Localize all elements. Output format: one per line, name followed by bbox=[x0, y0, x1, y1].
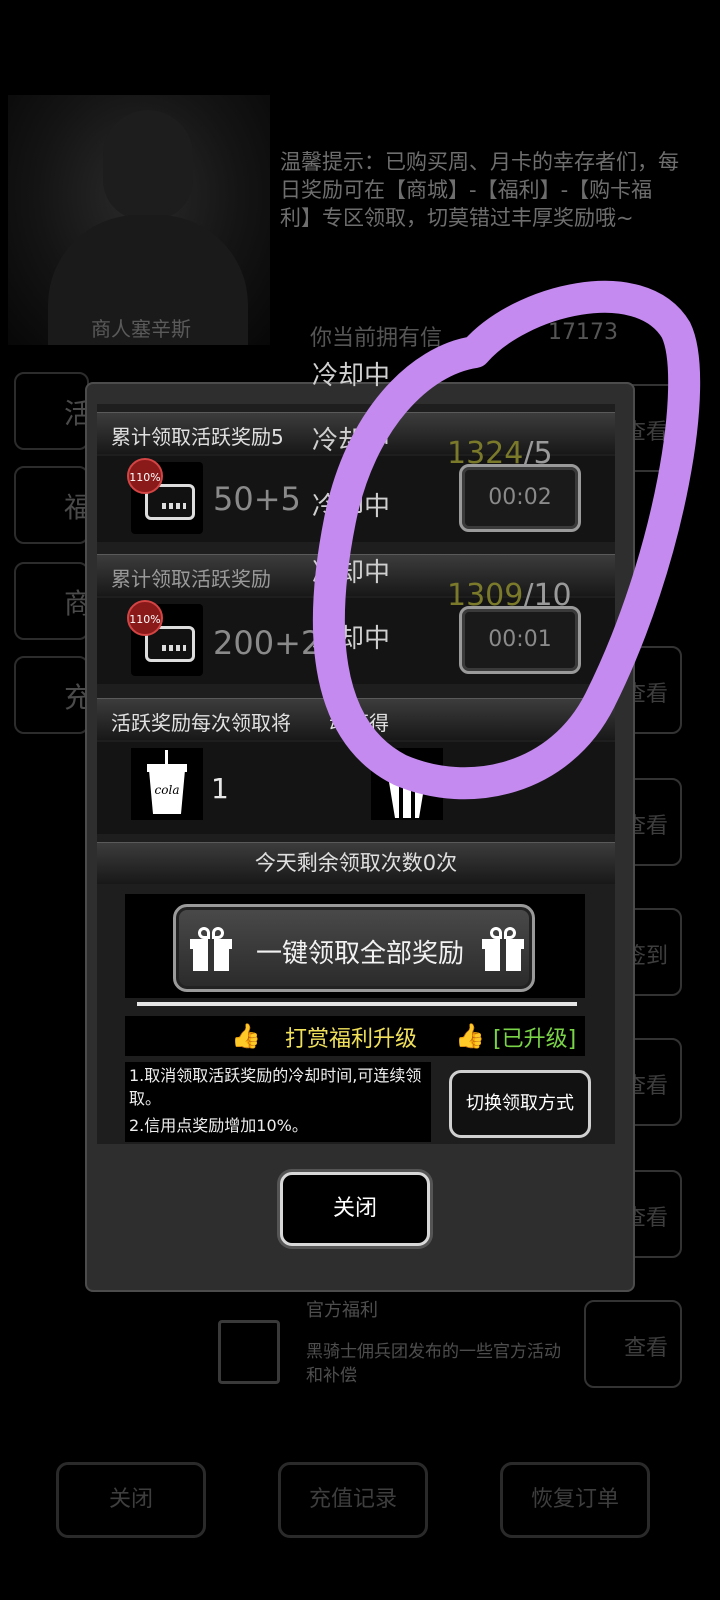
reward-amount: 50+5 bbox=[213, 480, 301, 518]
official-welfare-title: 官方福利 bbox=[306, 1300, 378, 1321]
claim-all-button[interactable]: 一键领取全部奖励 bbox=[173, 904, 535, 992]
cooldown-status: 冷却中 bbox=[312, 558, 391, 588]
upgraded-status: [已升级] bbox=[493, 1027, 577, 1052]
credit-label: 你当前拥有信 bbox=[310, 326, 443, 351]
gift-outline-icon bbox=[218, 1320, 280, 1384]
merchant-portrait bbox=[8, 95, 270, 345]
cooldown-status: 冷却中 bbox=[312, 624, 391, 654]
bonus-badge: 110% bbox=[127, 458, 163, 494]
cooldown-status: 冷却中 bbox=[312, 492, 391, 522]
gift-icon bbox=[190, 927, 232, 971]
left-menu-item-recharge[interactable]: 充 bbox=[14, 656, 92, 734]
warm-tip-text: 温馨提示：已购买周、月卡的幸存者们，每日奖励可在【商城】-【福利】-【购卡福利】… bbox=[280, 150, 679, 230]
gift-icon bbox=[482, 927, 524, 971]
benefit-item: 2.信用点奖励增加10%。 bbox=[129, 1116, 308, 1135]
bonus-badge: 110% bbox=[127, 600, 163, 636]
credit-card-icon: 110% bbox=[127, 600, 203, 676]
item-quantity: 1 bbox=[211, 772, 229, 805]
left-menu-item-activity[interactable]: 活 bbox=[14, 372, 92, 450]
remaining-count-text: 今天剩余领取次数0次 bbox=[254, 851, 458, 875]
recharge-record-button[interactable]: 充值记录 bbox=[278, 1462, 428, 1538]
upgrade-row: 👍 打赏福利升级 👍 [已升级] bbox=[125, 1016, 585, 1056]
item-quantity: 1 bbox=[451, 772, 469, 805]
cola-icon: cola bbox=[131, 748, 203, 820]
svg-text:cola: cola bbox=[155, 783, 180, 797]
decorative-divider bbox=[137, 1002, 577, 1006]
official-welfare-desc: 黑骑士佣兵团发布的一些官方活动和补偿 bbox=[306, 1342, 561, 1386]
reward-amount: 200+2 bbox=[213, 624, 322, 662]
section-title: 累计领取活跃奖励5 bbox=[111, 425, 284, 449]
left-menu-item-welfare[interactable]: 福 bbox=[14, 466, 92, 544]
credit-amount: 17173 bbox=[548, 320, 618, 345]
restore-order-button[interactable]: 恢复订单 bbox=[500, 1462, 650, 1538]
cooldown-timer-button[interactable]: 00:01 bbox=[459, 606, 581, 674]
official-view-button[interactable]: 查看 bbox=[584, 1300, 682, 1388]
remaining-bar: 今天剩余领取次数0次 bbox=[97, 842, 615, 884]
claim-all-label: 一键领取全部奖励 bbox=[256, 939, 465, 969]
cooldown-status: 冷却中 bbox=[312, 426, 391, 456]
benefit-item: 1.取消领取活跃奖励的冷却时间,可连续领取。 bbox=[129, 1066, 422, 1108]
left-menu-item-shop[interactable]: 商 bbox=[14, 562, 92, 640]
credit-card-icon: 110% bbox=[127, 458, 203, 534]
bottom-close-button[interactable]: 关闭 bbox=[56, 1462, 206, 1538]
cooldown-timer-button[interactable]: 00:02 bbox=[459, 464, 581, 532]
switch-claim-mode-button[interactable]: 切换领取方式 bbox=[449, 1070, 591, 1138]
benefits-list: 1.取消领取活跃奖励的冷却时间,可连续领取。 2.信用点奖励增加10%。 bbox=[125, 1062, 431, 1142]
thumbs-up-icon: 👍 bbox=[231, 1022, 261, 1050]
item-row: cola 1 1 bbox=[97, 742, 615, 834]
section-title-tail: 动获得 bbox=[329, 711, 389, 735]
section-title: 累计领取活跃奖励 bbox=[111, 567, 271, 591]
cooldown-status: 冷却中 bbox=[312, 361, 391, 391]
merchant-name: 商人塞辛斯 bbox=[91, 317, 191, 341]
thumbs-up-icon: 👍 bbox=[455, 1022, 485, 1050]
official-welfare-card: 官方福利 黑骑士佣兵团发布的一些官方活动和补偿 bbox=[204, 1290, 576, 1400]
modal-close-button[interactable]: 关闭 bbox=[280, 1172, 430, 1246]
section-title: 活跃奖励每次领取将 bbox=[111, 711, 291, 735]
upgrade-title: 打赏福利升级 bbox=[285, 1027, 418, 1052]
popcorn-icon bbox=[371, 748, 443, 820]
section-header: 活跃奖励每次领取将 动获得 bbox=[97, 698, 615, 740]
